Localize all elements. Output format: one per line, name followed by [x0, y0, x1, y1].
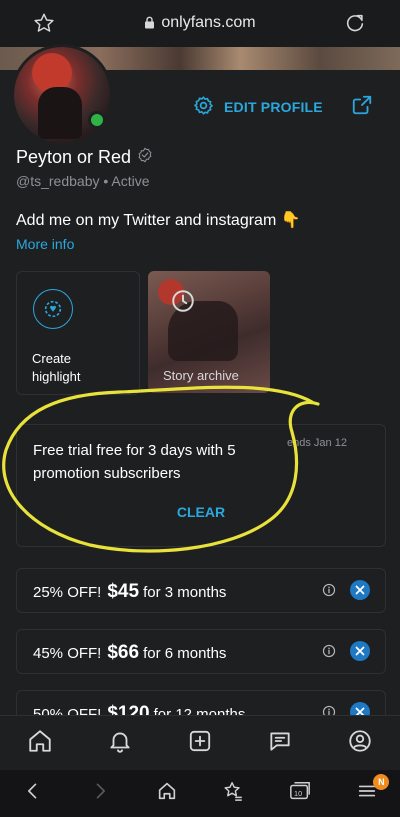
- edit-profile-label: EDIT PROFILE: [224, 99, 323, 115]
- plus-square-icon: [187, 728, 213, 759]
- new-post-tab[interactable]: [160, 716, 240, 771]
- lock-icon: [144, 16, 155, 34]
- info-icon[interactable]: [322, 644, 336, 663]
- offer-price: $45: [107, 581, 140, 602]
- home-nav-icon: [156, 780, 178, 807]
- offer-discount: 25% OFF!: [33, 584, 102, 601]
- profile-name: Peyton or Red: [16, 147, 132, 167]
- profile-handle: @ts_redbaby: [16, 173, 100, 189]
- forward-button[interactable]: [67, 781, 134, 806]
- menu-button[interactable]: N: [333, 774, 400, 807]
- close-icon[interactable]: [350, 641, 370, 661]
- clock-icon: [170, 288, 196, 319]
- messages-tab[interactable]: [240, 716, 320, 771]
- home-icon: [27, 728, 53, 759]
- offer-text: 25% OFF! $45 for 3 months: [33, 581, 226, 603]
- forward-icon: [90, 781, 110, 806]
- promotion-text: Free trial free for 3 days with 5 promot…: [33, 442, 236, 482]
- verified-icon: [137, 147, 153, 168]
- more-info-link[interactable]: More info: [16, 236, 74, 252]
- offer-period: for 3 months: [143, 584, 227, 601]
- clear-button[interactable]: CLEAR: [17, 504, 385, 520]
- highlight-icon: [33, 289, 73, 329]
- home-tab[interactable]: [0, 716, 80, 771]
- profile-icon: [347, 728, 373, 759]
- back-icon: [23, 781, 43, 806]
- profile-tab[interactable]: [320, 716, 400, 771]
- avatar[interactable]: [11, 44, 113, 146]
- gear-icon: [193, 95, 214, 119]
- offer-price: $66: [107, 642, 140, 663]
- svg-text:10: 10: [294, 789, 302, 798]
- offer-discount: 45% OFF!: [33, 645, 102, 662]
- menu-badge: N: [373, 774, 390, 790]
- reload-icon[interactable]: [344, 12, 366, 39]
- create-highlight-line2: highlight: [32, 369, 81, 384]
- back-button[interactable]: [0, 781, 67, 806]
- android-nav-bar: 10 N: [0, 770, 400, 817]
- info-icon[interactable]: [322, 583, 336, 602]
- story-archive-label: Story archive: [163, 368, 239, 383]
- create-highlight-card[interactable]: Create highlight: [16, 271, 140, 395]
- tabs-button[interactable]: 10: [267, 780, 334, 807]
- promotion-ends: ends Jan 12: [287, 437, 347, 449]
- edit-profile-button[interactable]: EDIT PROFILE: [193, 95, 323, 119]
- bookmark-star-icon: [222, 780, 244, 807]
- online-status-dot: [88, 111, 106, 129]
- offer-row[interactable]: 45% OFF! $66 for 6 months: [16, 629, 386, 674]
- offer-period: for 6 months: [143, 645, 227, 662]
- profile-status: Active: [111, 173, 150, 189]
- offer-row[interactable]: 25% OFF! $45 for 3 months: [16, 568, 386, 613]
- offer-text: 45% OFF! $66 for 6 months: [33, 642, 226, 664]
- handle-row: @ts_redbaby • Active: [16, 173, 150, 189]
- share-icon[interactable]: [351, 94, 373, 121]
- tabs-icon: 10: [288, 780, 312, 807]
- bottom-tab-bar: [0, 715, 400, 771]
- create-highlight-line1: Create: [32, 351, 72, 366]
- home-nav-button[interactable]: [133, 780, 200, 807]
- url-text: onlyfans.com: [161, 14, 256, 31]
- bookmarks-button[interactable]: [200, 780, 267, 807]
- story-archive-card[interactable]: Story archive: [148, 271, 270, 393]
- avatar-figure: [38, 87, 82, 139]
- profile-bio: Add me on my Twitter and instagram 👇: [16, 212, 301, 229]
- address-bar[interactable]: onlyfans.com: [0, 14, 400, 34]
- close-icon[interactable]: [350, 580, 370, 600]
- create-highlight-label: Create highlight: [32, 350, 80, 386]
- bell-icon: [107, 728, 133, 759]
- browser-bar: onlyfans.com: [0, 0, 400, 47]
- profile-name-row: Peyton or Red: [16, 147, 153, 168]
- notifications-tab[interactable]: [80, 716, 160, 771]
- message-icon: [267, 728, 293, 759]
- promotion-card: Free trial free for 3 days with 5 promot…: [16, 424, 386, 547]
